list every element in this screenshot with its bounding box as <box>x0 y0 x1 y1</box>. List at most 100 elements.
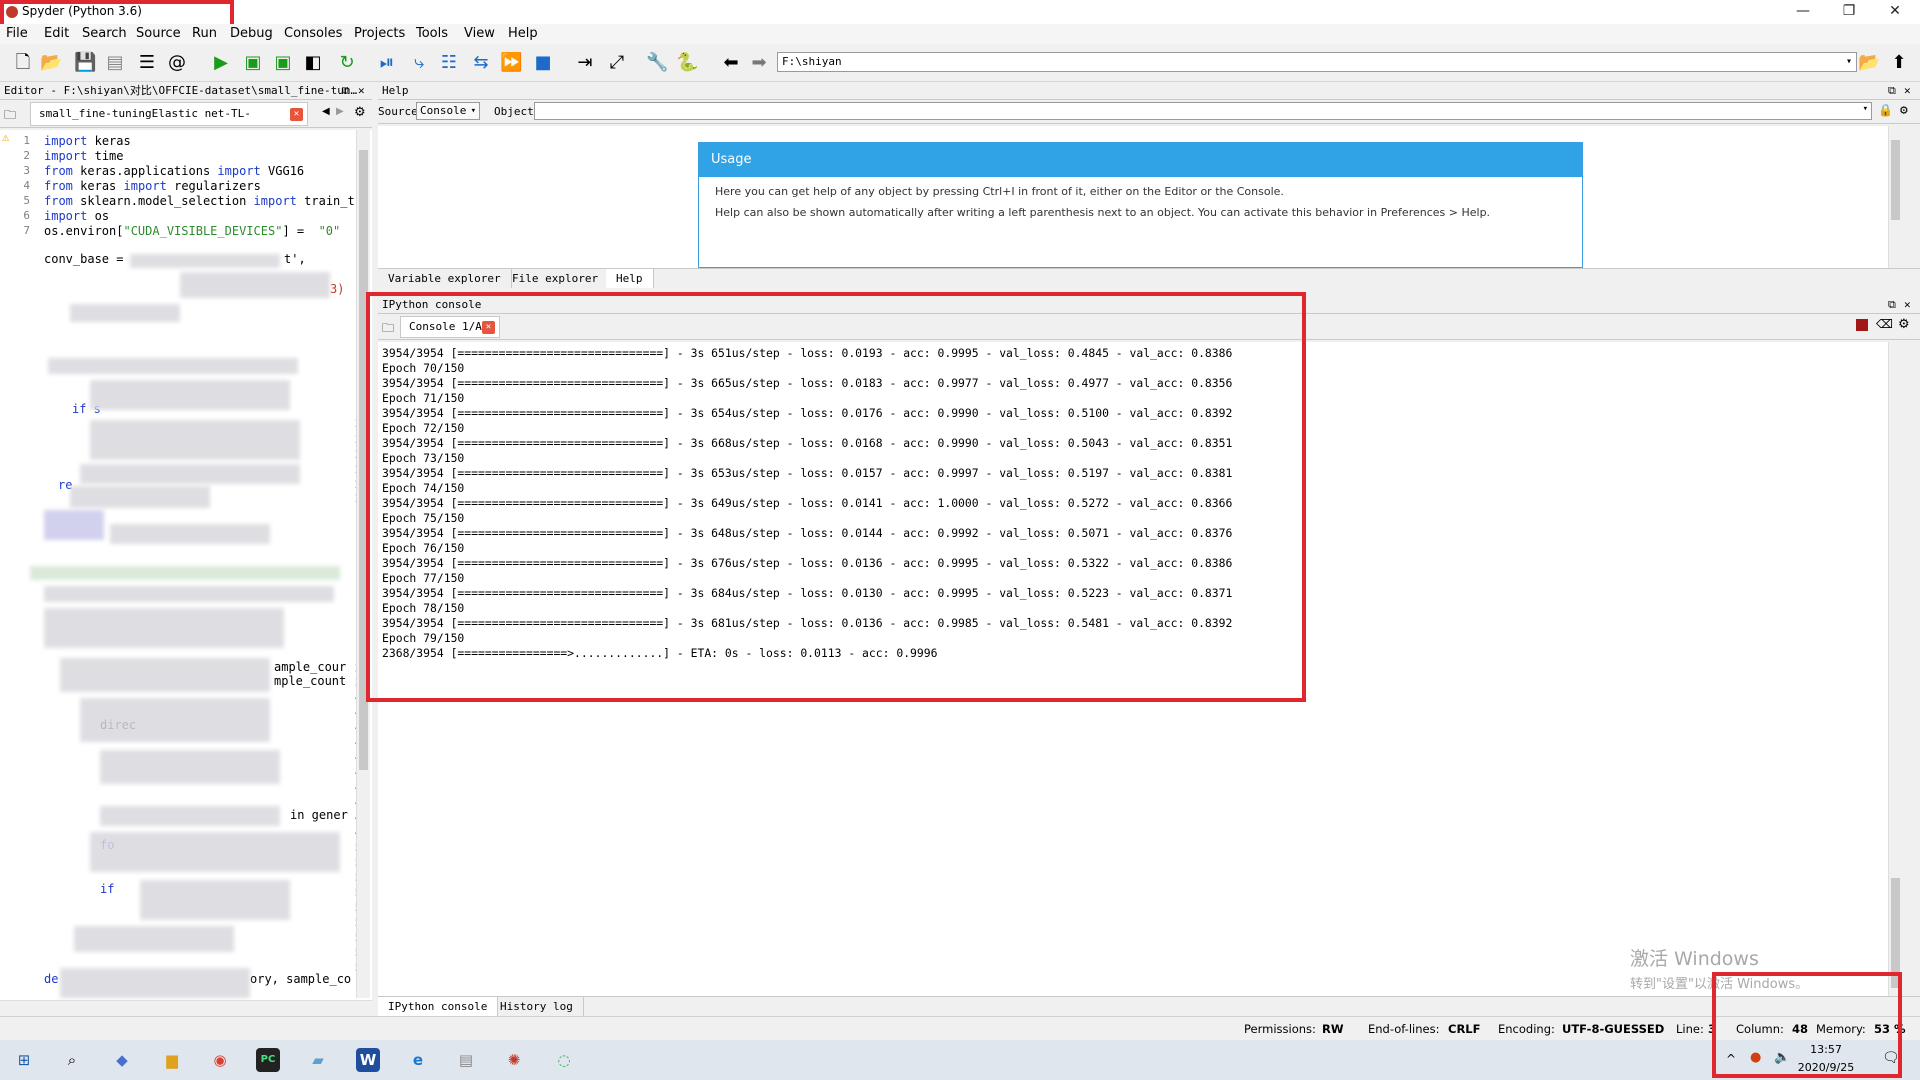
eraser-icon[interactable]: ⌫ <box>1876 317 1893 331</box>
close-pane-icon[interactable]: ✕ <box>1904 296 1911 314</box>
console-output[interactable]: 3954/3954 [=============================… <box>378 342 1902 996</box>
console-scroll-thumb[interactable] <box>1891 878 1900 988</box>
step-into-icon[interactable]: ☷ <box>438 52 460 74</box>
notepad-icon[interactable]: ▰ <box>306 1048 330 1072</box>
run-selection-icon[interactable]: ◧ <box>302 52 324 74</box>
code-editor[interactable]: ⚠ 1 import keras 2 import time 3 from keras.a… <box>0 130 372 1008</box>
editor-scroll-thumb[interactable] <box>359 150 368 770</box>
tab-file-explorer[interactable]: File explorer <box>502 269 610 288</box>
continue-icon[interactable]: ⏩ <box>500 52 522 74</box>
title-bar: Spyder (Python 3.6) — ❐ ✕ <box>0 0 1920 24</box>
fullscreen-icon[interactable]: ⤢ <box>606 52 628 74</box>
step-icon[interactable]: ⤷ <box>408 52 430 74</box>
lock-icon[interactable]: 🔒 <box>1878 103 1893 117</box>
parent-dir-icon[interactable]: ⬆ <box>1888 52 1910 74</box>
menu-file[interactable]: File <box>6 26 28 41</box>
menu-help[interactable]: Help <box>508 26 538 41</box>
file-explorer-icon[interactable]: ▆ <box>160 1048 184 1072</box>
help-scroll-thumb[interactable] <box>1891 140 1900 220</box>
browse-tabs-icon[interactable]: 🗀 <box>382 319 394 340</box>
stop-debug-icon[interactable]: ■ <box>532 52 554 74</box>
tab-right-arrow-icon[interactable]: ▶ <box>336 106 344 117</box>
notification-icon[interactable]: 🗨 <box>1882 1050 1900 1066</box>
tray-chevron-icon[interactable]: ^ <box>1726 1052 1736 1066</box>
redacted-code <box>44 608 284 648</box>
browse-folder-icon[interactable]: 📂 <box>1858 52 1880 74</box>
code-token: from <box>44 179 73 193</box>
volume-icon[interactable]: 🔈 <box>1774 1050 1790 1065</box>
clock-date[interactable]: 2020/9/25 <box>1796 1061 1856 1074</box>
search-icon[interactable]: ⌕ <box>60 1048 84 1072</box>
working-directory-input[interactable]: F:\shiyan ▾ <box>777 52 1857 72</box>
at-icon[interactable]: @ <box>166 52 188 74</box>
close-pane-icon[interactable]: ✕ <box>1904 82 1911 100</box>
chevron-down-icon[interactable]: ▾ <box>1846 53 1852 71</box>
open-file-icon[interactable]: 📂 <box>40 52 62 74</box>
tray-app-icon[interactable]: ● <box>1750 1050 1761 1065</box>
save-icon[interactable]: 💾 <box>74 52 96 74</box>
run-icon[interactable]: ▶ <box>210 52 232 74</box>
clock-time[interactable]: 13:57 <box>1796 1043 1856 1056</box>
close-pane-icon[interactable]: ✕ <box>358 82 365 100</box>
edge-icon[interactable]: e <box>406 1048 430 1072</box>
tab-help[interactable]: Help <box>606 269 654 288</box>
new-file-icon[interactable]: 🗋 <box>12 52 34 74</box>
close-button[interactable]: ✕ <box>1872 0 1918 24</box>
app-icon-2[interactable]: ◌ <box>552 1048 576 1072</box>
run-cell-icon[interactable]: ▣ <box>242 52 264 74</box>
pycharm-icon[interactable]: PC <box>256 1048 280 1072</box>
menu-edit[interactable]: Edit <box>44 26 69 41</box>
close-tab-icon[interactable]: ✕ <box>482 321 495 334</box>
tab-variable-explorer[interactable]: Variable explorer <box>378 269 512 288</box>
menu-view[interactable]: View <box>464 26 495 41</box>
maximize-pane-icon[interactable]: ⇥ <box>574 52 596 74</box>
options-gear-icon[interactable]: ⚙ <box>354 105 366 120</box>
outline-icon[interactable]: ☰ <box>136 52 158 74</box>
image-viewer-icon[interactable]: ▤ <box>454 1048 478 1072</box>
word-icon[interactable]: W <box>356 1048 380 1072</box>
console-vscrollbar[interactable] <box>1888 342 1902 996</box>
undock-icon[interactable]: ⧉ <box>1888 296 1896 314</box>
undock-icon[interactable]: ⧉ <box>342 82 350 100</box>
windows-start-icon[interactable]: ⊞ <box>12 1048 36 1072</box>
menu-projects[interactable]: Projects <box>354 26 405 41</box>
console-tab[interactable]: Console 1/A ✕ <box>400 316 500 338</box>
chrome-icon[interactable]: ◉ <box>208 1048 232 1072</box>
back-icon[interactable]: ⬅ <box>720 52 742 74</box>
tab-ipython-console[interactable]: IPython console <box>378 997 499 1016</box>
help-vscrollbar[interactable] <box>1888 126 1902 268</box>
tab-left-arrow-icon[interactable]: ◀ <box>322 106 330 117</box>
forward-icon[interactable]: ➡ <box>748 52 770 74</box>
menu-consoles[interactable]: Consoles <box>284 26 342 41</box>
tab-history-log[interactable]: History log <box>490 997 584 1016</box>
menu-debug[interactable]: Debug <box>230 26 273 41</box>
undock-icon[interactable]: ⧉ <box>1888 82 1896 100</box>
object-input[interactable]: ▾ <box>534 102 1872 120</box>
chevron-down-icon[interactable]: ▾ <box>1863 104 1868 114</box>
editor-hscrollbar[interactable] <box>0 1000 372 1014</box>
minimize-button[interactable]: — <box>1780 0 1826 24</box>
spyder-taskbar-icon[interactable]: ✺ <box>502 1048 526 1072</box>
stop-kernel-icon[interactable] <box>1856 319 1868 331</box>
menu-source[interactable]: Source <box>136 26 181 41</box>
step-return-icon[interactable]: ⇆ <box>470 52 492 74</box>
rerun-icon[interactable]: ↻ <box>336 52 358 74</box>
close-tab-icon[interactable]: ✕ <box>290 108 303 121</box>
menu-tools[interactable]: Tools <box>416 26 448 41</box>
app-icon-1[interactable]: ◆ <box>110 1048 134 1072</box>
editor-file-tab[interactable]: small_fine-tuningElastic net-TL-office.p… <box>30 102 308 142</box>
source-select[interactable]: Console ▾ <box>416 102 480 120</box>
editor-vscrollbar[interactable] <box>356 130 370 998</box>
menu-run[interactable]: Run <box>192 26 217 41</box>
run-cell-advance-icon[interactable]: ▣ <box>272 52 294 74</box>
menu-search[interactable]: Search <box>82 26 127 41</box>
debug-icon[interactable]: ⏯ <box>376 52 398 74</box>
permissions-value: RW <box>1322 1022 1344 1036</box>
options-gear-icon[interactable]: ⚙ <box>1900 103 1908 118</box>
python-path-icon[interactable]: 🐍 <box>676 52 698 74</box>
preferences-icon[interactable]: 🔧 <box>646 52 668 74</box>
options-gear-icon[interactable]: ⚙ <box>1898 317 1910 332</box>
browse-tabs-icon[interactable]: 🗀 <box>4 106 16 127</box>
maximize-button[interactable]: ❐ <box>1826 0 1872 24</box>
save-all-icon[interactable]: ▤ <box>104 52 126 74</box>
